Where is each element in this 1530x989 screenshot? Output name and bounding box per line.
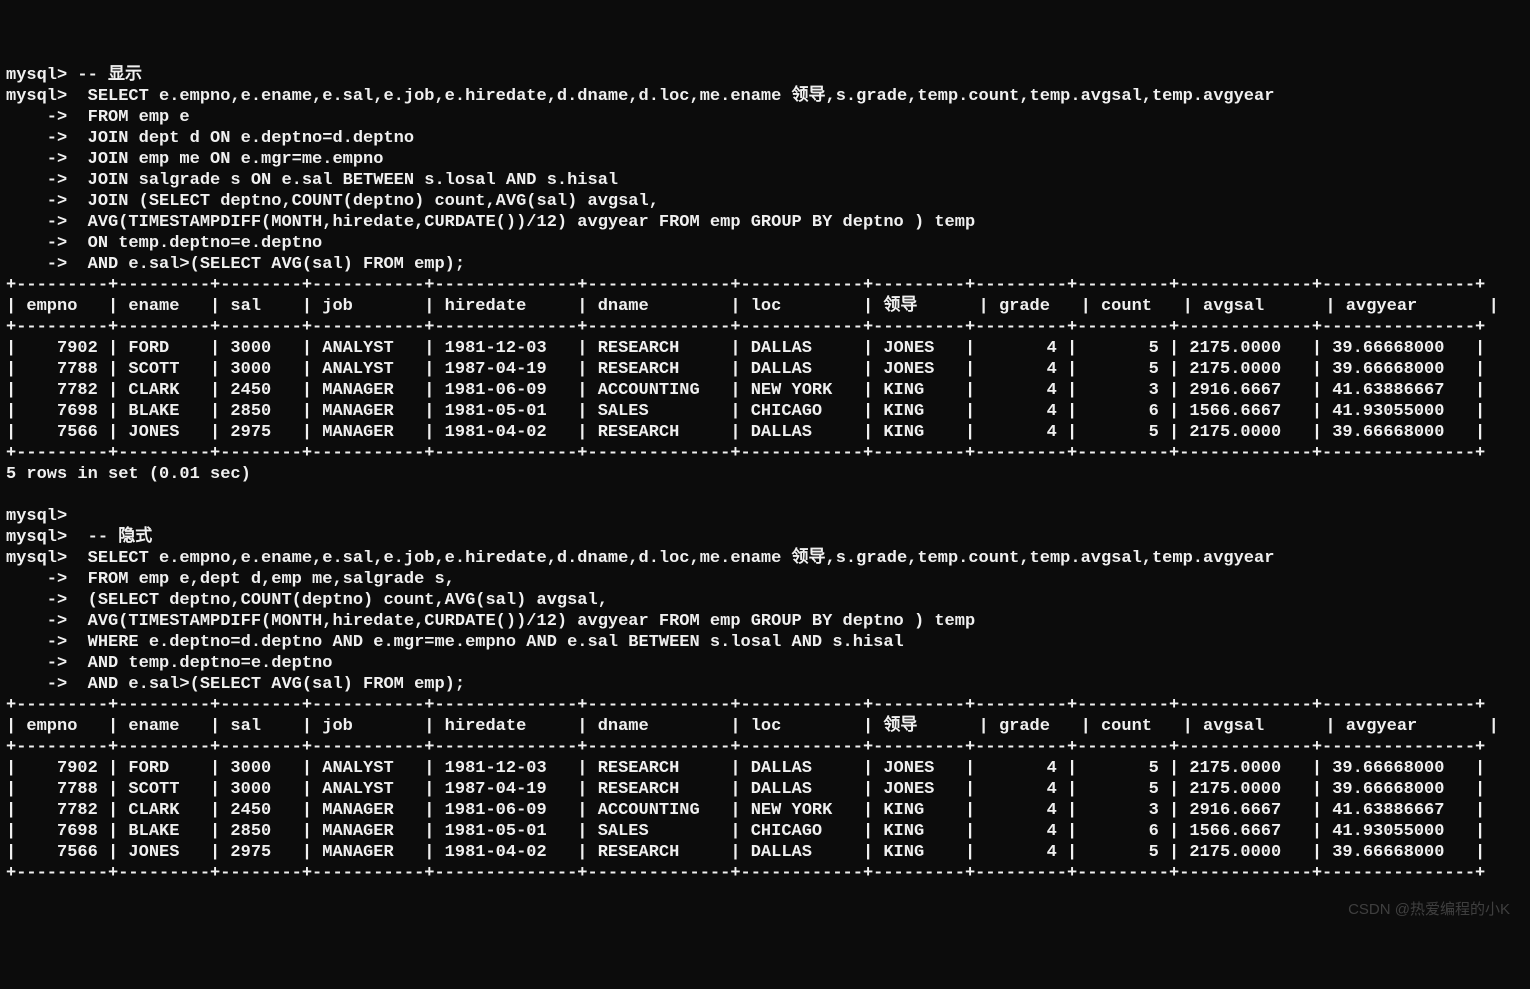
terminal-output: mysql> -- 显示 mysql> SELECT e.empno,e.ena… <box>6 65 1530 884</box>
watermark: CSDN @热爱编程的小K <box>1348 899 1510 920</box>
